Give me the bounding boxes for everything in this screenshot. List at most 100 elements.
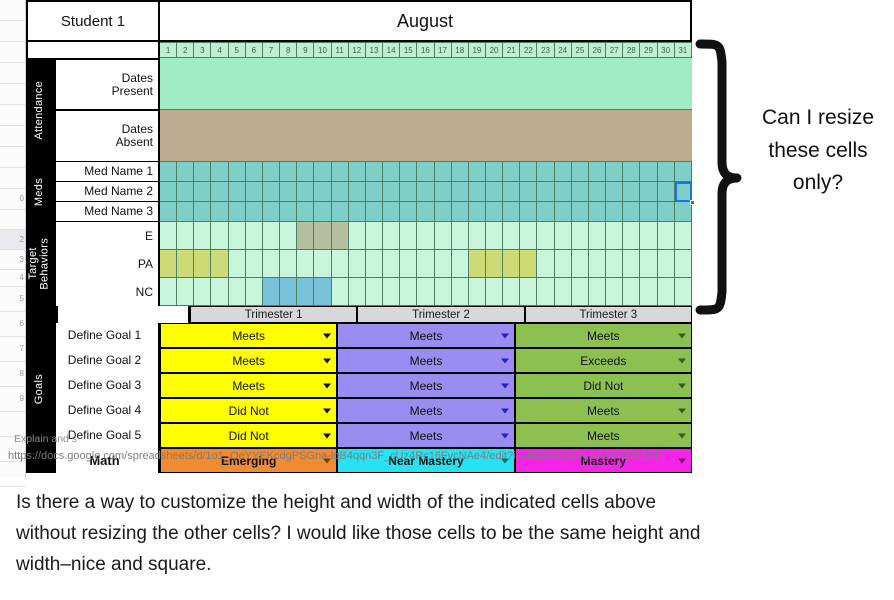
day-cell[interactable] (194, 250, 212, 278)
chevron-down-icon[interactable] (500, 333, 509, 338)
day-cell[interactable] (331, 202, 349, 222)
day-cell[interactable] (245, 202, 263, 222)
day-cell[interactable] (383, 162, 401, 182)
row-label[interactable]: Med Name 1 (56, 162, 160, 182)
day-cell[interactable] (280, 278, 298, 306)
day-number-cell[interactable]: 18 (451, 42, 469, 58)
day-cell[interactable] (537, 278, 555, 306)
day-cell[interactable] (485, 250, 504, 278)
day-cell[interactable] (280, 222, 298, 250)
day-cell[interactable] (211, 222, 229, 250)
day-cell[interactable] (571, 202, 589, 222)
merged-day-band-cell[interactable] (160, 110, 692, 162)
row-label[interactable]: Dates Present (56, 58, 160, 110)
day-cell[interactable] (485, 182, 504, 202)
day-cell[interactable] (383, 182, 401, 202)
day-number-cell[interactable]: 8 (280, 42, 298, 58)
day-cell[interactable] (434, 250, 452, 278)
day-cell[interactable] (657, 250, 675, 278)
day-cell[interactable] (623, 222, 641, 250)
day-number-cell[interactable]: 27 (606, 42, 624, 58)
day-cell[interactable] (503, 222, 521, 250)
day-cell[interactable] (434, 182, 452, 202)
chevron-down-icon[interactable] (323, 358, 332, 363)
day-number-cell[interactable]: 3 (194, 42, 212, 58)
day-cell[interactable] (365, 278, 384, 306)
day-number-cell[interactable]: 21 (503, 42, 521, 58)
day-cell[interactable] (245, 250, 263, 278)
chevron-down-icon[interactable] (323, 408, 332, 413)
day-cell[interactable] (485, 162, 504, 182)
day-cell[interactable] (383, 222, 401, 250)
day-cell[interactable] (365, 202, 384, 222)
day-cell[interactable] (503, 250, 521, 278)
day-cell[interactable] (400, 162, 418, 182)
day-cell[interactable] (417, 278, 435, 306)
goal-row-label[interactable]: Define Goal 2 (56, 348, 160, 373)
day-cell[interactable] (280, 202, 298, 222)
day-cell[interactable] (503, 278, 521, 306)
day-cell[interactable] (297, 202, 315, 222)
day-cell[interactable] (485, 222, 504, 250)
day-cell[interactable] (228, 222, 246, 250)
chevron-down-icon[interactable] (677, 458, 686, 463)
day-cell[interactable] (262, 182, 281, 202)
day-cell[interactable] (331, 182, 349, 202)
day-cell[interactable] (160, 182, 178, 202)
day-cell[interactable] (194, 182, 212, 202)
gutter-row-number[interactable] (0, 168, 25, 189)
gutter-row-number[interactable] (0, 105, 25, 126)
day-cell[interactable] (485, 278, 504, 306)
day-cell[interactable] (640, 182, 658, 202)
chevron-down-icon[interactable] (500, 383, 509, 388)
gutter-row-number[interactable] (0, 126, 25, 147)
day-cell[interactable] (571, 222, 589, 250)
day-cell[interactable] (468, 202, 486, 222)
day-number-cell[interactable]: 14 (383, 42, 401, 58)
goal-status-dropdown[interactable]: Meets (160, 348, 338, 373)
gutter-row-number[interactable]: 3 (0, 250, 25, 270)
day-number-cell[interactable]: 23 (537, 42, 555, 58)
day-cell[interactable] (160, 278, 178, 306)
day-cell[interactable] (365, 250, 384, 278)
day-cell[interactable] (623, 162, 641, 182)
day-cell[interactable] (468, 222, 486, 250)
day-cell[interactable] (400, 278, 418, 306)
day-cell[interactable] (160, 250, 178, 278)
day-cell[interactable] (554, 202, 572, 222)
day-cell[interactable] (280, 162, 298, 182)
day-cell[interactable] (468, 250, 486, 278)
day-number-cell[interactable]: 2 (177, 42, 195, 58)
day-cell[interactable] (177, 202, 195, 222)
day-cell[interactable] (451, 202, 469, 222)
day-cell[interactable] (365, 182, 384, 202)
day-cell[interactable] (417, 250, 435, 278)
day-cell[interactable] (228, 278, 246, 306)
day-cell[interactable] (588, 222, 607, 250)
day-cell[interactable] (451, 222, 469, 250)
day-cell[interactable] (348, 222, 366, 250)
day-number-cell[interactable]: 25 (571, 42, 589, 58)
day-cell[interactable] (177, 182, 195, 202)
row-label[interactable]: Med Name 3 (56, 202, 160, 222)
day-cell[interactable] (331, 222, 349, 250)
day-cell[interactable] (571, 162, 589, 182)
chevron-down-icon[interactable] (677, 333, 686, 338)
day-cell[interactable] (537, 222, 555, 250)
day-number-cell[interactable]: 13 (365, 42, 384, 58)
day-cell[interactable] (194, 278, 212, 306)
day-cell[interactable] (417, 202, 435, 222)
day-cell[interactable] (623, 182, 641, 202)
day-cell[interactable] (297, 182, 315, 202)
gutter-row-number[interactable] (0, 21, 25, 42)
day-number-cell[interactable]: 9 (297, 42, 315, 58)
gutter-row-number[interactable] (0, 462, 25, 487)
gutter-row-number[interactable] (0, 63, 25, 84)
goal-row-label[interactable]: Define Goal 3 (56, 373, 160, 398)
day-cell[interactable] (194, 222, 212, 250)
row-label[interactable]: E (56, 222, 160, 250)
day-number-cell[interactable]: 16 (417, 42, 435, 58)
day-cell[interactable] (554, 162, 572, 182)
gutter-row-number[interactable]: 6 (0, 312, 25, 337)
day-cell[interactable] (468, 182, 486, 202)
